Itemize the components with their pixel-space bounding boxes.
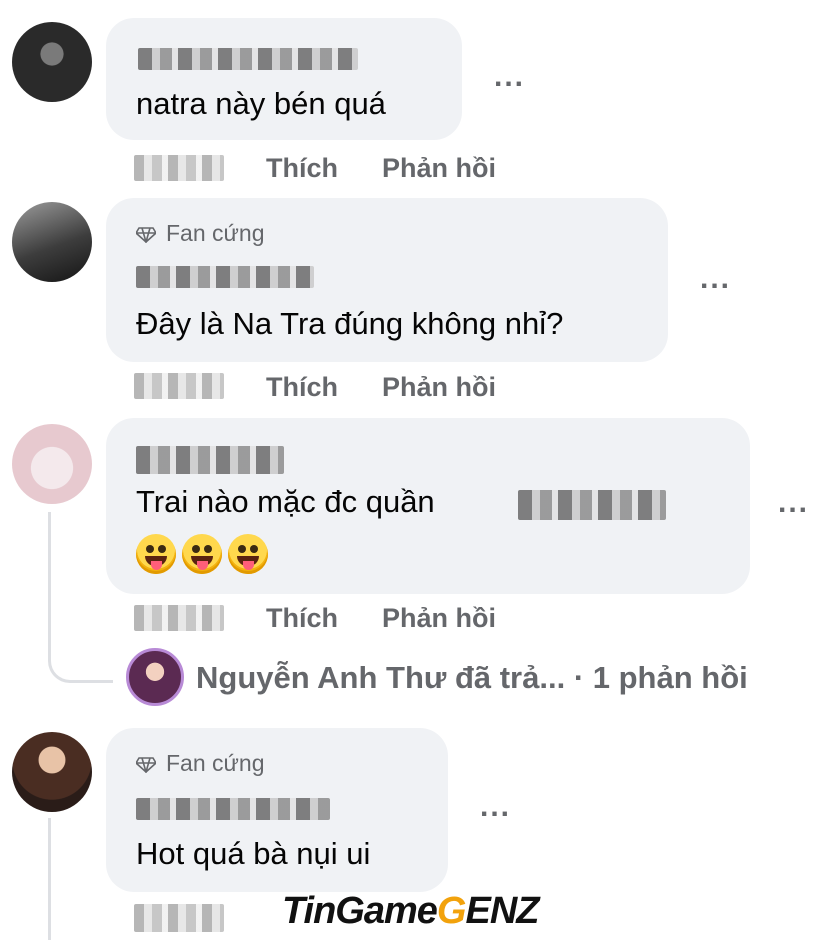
reply-button[interactable]: Phản hồi (382, 372, 496, 403)
more-icon[interactable]: ... (494, 60, 525, 94)
more-icon[interactable]: ... (480, 790, 511, 824)
more-icon[interactable]: ... (778, 486, 809, 520)
blurred-author-name (138, 48, 358, 70)
comment-text: Trai nào mặc đc quần (136, 484, 435, 519)
emoji-tongue-icon (182, 534, 222, 574)
like-button[interactable]: Thích (266, 372, 338, 403)
watermark-part: TinGame (282, 890, 438, 932)
comment-text: natra này bén quá (136, 86, 386, 121)
avatar[interactable] (12, 202, 92, 282)
comment-bubble: Fan cứng Đây là Na Tra đúng không nhỉ? (106, 198, 668, 362)
badge-label: Fan cứng (166, 220, 265, 246)
blurred-author-name (136, 266, 314, 288)
reply-button[interactable]: Phản hồi (382, 603, 496, 634)
blurred-author-name (136, 798, 330, 820)
comment-bubble: Trai nào mặc đc quần (106, 418, 750, 594)
watermark-part: ENZ (465, 890, 539, 932)
thread-connector (48, 818, 51, 940)
view-replies-link[interactable]: Nguyễn Anh Thư đã trả... · 1 phản hồi (196, 660, 748, 696)
reply-button[interactable]: Phản hồi (382, 153, 496, 184)
like-button[interactable]: Thích (266, 603, 338, 634)
like-button[interactable]: Thích (266, 153, 338, 184)
avatar[interactable] (12, 732, 92, 812)
emoji-tongue-icon (136, 534, 176, 574)
more-icon[interactable]: ... (700, 262, 731, 296)
reply-avatar[interactable] (126, 648, 184, 706)
fan-badge: Fan cứng (136, 220, 265, 247)
emoji-tongue-icon (228, 534, 268, 574)
watermark-part: G (436, 890, 467, 932)
comment-bubble: natra này bén quá (106, 18, 462, 140)
blurred-timestamp (134, 155, 224, 181)
comment-bubble: Fan cứng Hot quá bà nụi ui (106, 728, 448, 892)
diamond-icon (136, 227, 156, 243)
blurred-text (518, 490, 666, 520)
watermark-logo: TinGameGENZ (282, 890, 539, 933)
blurred-timestamp (134, 373, 224, 399)
blurred-author-name (136, 446, 284, 474)
comment-text: Hot quá bà nụi ui (136, 836, 371, 871)
thread-connector (48, 512, 113, 683)
fan-badge: Fan cứng (136, 750, 265, 777)
avatar[interactable] (12, 424, 92, 504)
badge-label: Fan cứng (166, 750, 265, 776)
blurred-timestamp (134, 904, 224, 932)
diamond-icon (136, 757, 156, 773)
avatar[interactable] (12, 22, 92, 102)
comment-text: Đây là Na Tra đúng không nhỉ? (136, 306, 564, 341)
blurred-timestamp (134, 605, 224, 631)
